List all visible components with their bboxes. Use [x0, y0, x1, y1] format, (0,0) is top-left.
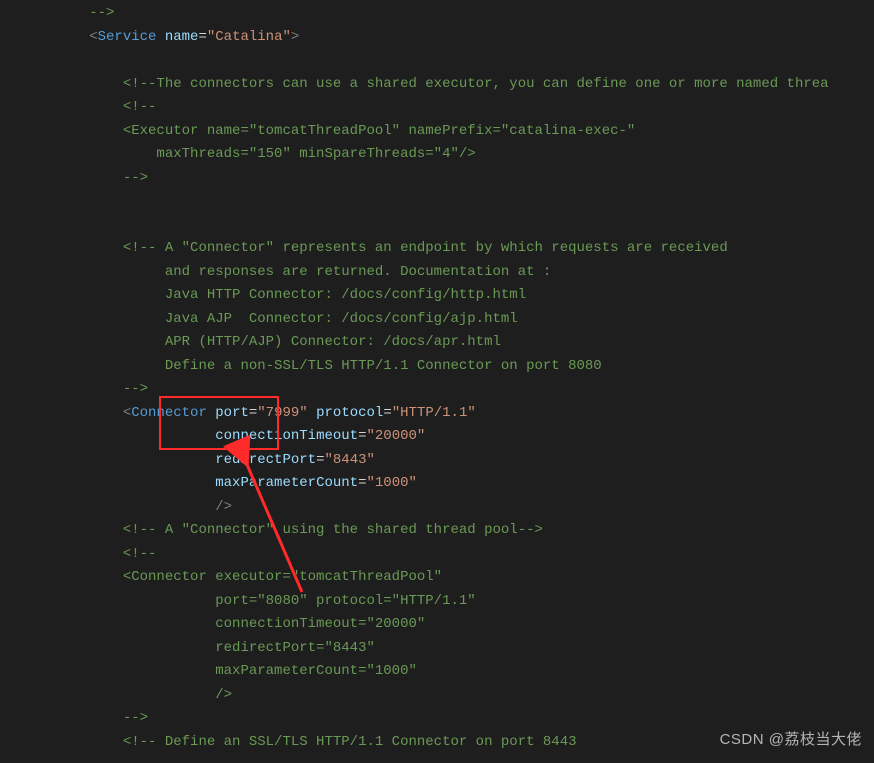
code-line[interactable]: -->: [22, 378, 829, 402]
code-line[interactable]: <Connector executor="tomcatThreadPool": [22, 566, 829, 590]
code-line[interactable]: maxThreads="150" minSpareThreads="4"/>: [22, 143, 829, 167]
code-line[interactable]: <!--The connectors can use a shared exec…: [22, 73, 829, 97]
code-line[interactable]: <!-- Define an SSL/TLS HTTP/1.1 Connecto…: [22, 731, 829, 755]
code-line[interactable]: APR (HTTP/AJP) Connector: /docs/apr.html: [22, 331, 829, 355]
code-line[interactable]: <Service name="Catalina">: [22, 26, 829, 50]
code-line[interactable]: [22, 190, 829, 214]
code-line[interactable]: Java AJP Connector: /docs/config/ajp.htm…: [22, 308, 829, 332]
editor: --> <Service name="Catalina"> <!--The co…: [0, 0, 874, 763]
code-line[interactable]: -->: [22, 167, 829, 191]
code-line[interactable]: redirectPort="8443": [22, 449, 829, 473]
code-line[interactable]: -->: [22, 2, 829, 26]
code-line[interactable]: maxParameterCount="1000": [22, 472, 829, 496]
gutter: [0, 0, 16, 763]
code-line[interactable]: <!-- A "Connector" represents an endpoin…: [22, 237, 829, 261]
code-area[interactable]: --> <Service name="Catalina"> <!--The co…: [16, 0, 829, 763]
code-line[interactable]: />: [22, 496, 829, 520]
code-line[interactable]: <!-- A "Connector" using the shared thre…: [22, 519, 829, 543]
code-line[interactable]: and responses are returned. Documentatio…: [22, 261, 829, 285]
code-line[interactable]: Java HTTP Connector: /docs/config/http.h…: [22, 284, 829, 308]
watermark: CSDN @荔枝当大佬: [720, 728, 862, 752]
code-line[interactable]: connectionTimeout="20000": [22, 425, 829, 449]
code-line[interactable]: [22, 49, 829, 73]
code-line[interactable]: [22, 214, 829, 238]
code-line[interactable]: Define a non-SSL/TLS HTTP/1.1 Connector …: [22, 355, 829, 379]
code-line[interactable]: <!--: [22, 543, 829, 567]
code-line[interactable]: redirectPort="8443": [22, 637, 829, 661]
code-line[interactable]: maxParameterCount="1000": [22, 660, 829, 684]
code-line[interactable]: -->: [22, 707, 829, 731]
code-line[interactable]: <Executor name="tomcatThreadPool" namePr…: [22, 120, 829, 144]
code-line[interactable]: port="8080" protocol="HTTP/1.1": [22, 590, 829, 614]
code-line[interactable]: <Connector port="7999" protocol="HTTP/1.…: [22, 402, 829, 426]
code-line[interactable]: <!--: [22, 96, 829, 120]
code-line[interactable]: connectionTimeout="20000": [22, 613, 829, 637]
code-line[interactable]: />: [22, 684, 829, 708]
